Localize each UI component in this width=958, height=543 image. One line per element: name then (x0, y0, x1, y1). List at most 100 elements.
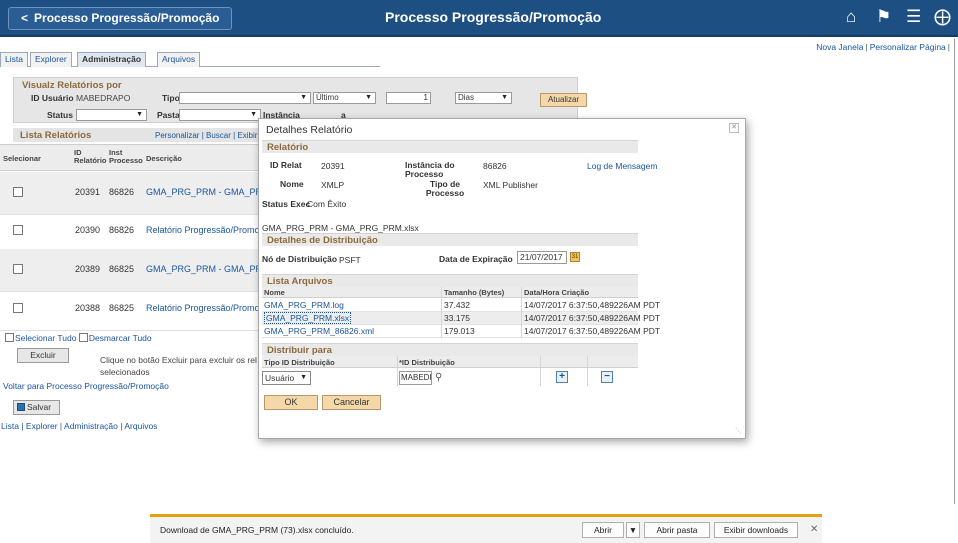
download-message: Download de GMA_PRG_PRM (73).xlsx conclu… (160, 525, 354, 535)
search-icon[interactable]: ⚲ (435, 372, 442, 383)
cancel-button[interactable]: Cancelar (322, 395, 381, 410)
col-selecionar[interactable]: Selecionar (3, 155, 41, 163)
status-select[interactable]: ▼ (76, 109, 147, 121)
add-row-button[interactable]: + (556, 371, 568, 383)
tipo-processo-value: XML Publisher (483, 180, 538, 190)
log-message-link[interactable]: Log de Mensagem (587, 161, 657, 171)
row-select-checkbox[interactable] (13, 187, 23, 197)
report-list-title: Lista Relatórios (20, 130, 92, 141)
file-link[interactable]: GMA_PRG_PRM.xlsx (264, 312, 352, 324)
file-link[interactable]: GMA_PRG_PRM_86826.xml (264, 326, 374, 336)
select-links: Selecionar Tudo Desmarcar Tudo (5, 333, 152, 343)
ok-button[interactable]: OK (264, 395, 318, 410)
view-downloads-button[interactable]: Exibir downloads (714, 522, 798, 538)
delete-help-text: Clique no botão Excluir para excluir os … (100, 355, 257, 377)
home-icon[interactable]: ⌂ (846, 7, 856, 27)
uncheck-icon (78, 333, 88, 342)
report-id: 20388 (75, 303, 101, 313)
tab-arquivos[interactable]: Arquivos (157, 52, 201, 67)
report-list-header: Lista Relatórios Personalizar | Buscar |… (13, 128, 263, 142)
delete-button[interactable]: Excluir (17, 348, 69, 363)
file-description: GMA_PRG_PRM - GMA_PRG_PRM.xlsx (262, 223, 419, 233)
back-to-process-link[interactable]: Voltar para Processo Progressão/Promoção (3, 381, 169, 391)
tab-explorer[interactable]: Explorer (30, 52, 72, 67)
file-link[interactable]: GMA_PRG_PRM.log (264, 300, 344, 310)
process-monitor-tabs: Lista Explorer Administração Arquivos (0, 52, 380, 67)
flag-icon[interactable]: ⚑ (876, 7, 891, 27)
grid-tools-links[interactable]: Personalizar | Buscar | Exibir (155, 131, 257, 140)
report-description-link[interactable]: GMA_PRG_PRM - GMA_PR (146, 264, 262, 274)
section-distribuir-para: Distribuir para (262, 343, 638, 356)
tipo-processo-label: Tipo de Processo (425, 179, 465, 198)
back-button[interactable]: < Processo Progressão/Promoção (8, 7, 233, 30)
check-icon (5, 333, 14, 342)
chevron-down-icon: ▼ (250, 111, 257, 118)
open-folder-button[interactable]: Abrir pasta (644, 522, 710, 538)
tab-administracao[interactable]: Administração (77, 52, 147, 67)
col-id-relatorio[interactable]: ID Relatório (74, 149, 107, 165)
bottom-link-lista[interactable]: Lista (1, 421, 19, 431)
compass-icon[interactable]: ⨁ (934, 7, 951, 27)
close-icon[interactable]: ✕ (810, 524, 818, 535)
table-row: 20391 86826 GMA_PRG_PRM - GMA_PR (0, 172, 263, 215)
col-inst-processo[interactable]: Inst Processo (109, 149, 145, 165)
instancia-processo-value: 86826 (483, 161, 507, 171)
unidade-select[interactable]: Dias ▼ (455, 92, 512, 104)
report-id: 20389 (75, 264, 101, 274)
row-select-checkbox[interactable] (13, 264, 23, 274)
table-row: 20390 86826 Relatório Progressão/Promoç (0, 210, 264, 253)
col-descricao[interactable]: Descrição (146, 155, 182, 163)
close-icon[interactable]: ✕ (729, 123, 739, 133)
col-data-hora: Data/Hora Criação (524, 288, 590, 297)
delete-row-button[interactable]: − (601, 371, 613, 383)
chevron-left-icon: < (21, 11, 29, 25)
row-select-checkbox[interactable] (13, 303, 23, 313)
row-select-checkbox[interactable] (13, 225, 23, 235)
bottom-link-arquivos[interactable]: Arquivos (124, 421, 157, 431)
report-description-link[interactable]: GMA_PRG_PRM - GMA_PR (146, 187, 262, 197)
instancia-processo-label: Instância do Processo (405, 160, 455, 179)
report-details-dialog: Detalhes Relatório ✕ Relatório ID Relat … (258, 118, 746, 439)
bottom-link-administracao[interactable]: Administração (64, 421, 118, 431)
resize-grip-icon[interactable]: ⋱ (735, 427, 742, 435)
page-scrollbar[interactable] (954, 39, 958, 504)
tab-lista[interactable]: Lista (0, 52, 28, 67)
open-options-button[interactable]: ▼ (626, 522, 640, 538)
id-relat-label: ID Relat (270, 160, 302, 170)
page-links: Nova Janela | Personalizar Página | (816, 42, 950, 52)
new-window-link[interactable]: Nova Janela (816, 42, 863, 52)
chevron-down-icon: ▼ (300, 374, 307, 381)
save-button[interactable]: Salvar (13, 400, 60, 415)
files-grid-header: Nome Tamanho (Bytes) Data/Hora Criação (262, 287, 638, 298)
open-button[interactable]: Abrir (582, 522, 624, 538)
col-tamanho: Tamanho (Bytes) (444, 288, 505, 297)
refresh-button[interactable]: Atualizar (540, 93, 587, 107)
file-size: 33.175 (444, 313, 470, 323)
tipo-select[interactable]: ▼ (179, 92, 311, 104)
distribution-id-input[interactable]: MABEDRAPO (399, 371, 432, 385)
grid-divider (397, 356, 398, 386)
select-all-link[interactable]: Selecionar Tudo (15, 333, 76, 343)
deselect-all-link[interactable]: Desmarcar Tudo (89, 333, 152, 343)
distribution-type-select[interactable]: Usuário ▼ (262, 371, 311, 385)
grid-divider (441, 287, 442, 338)
distribution-grid-header: Tipo ID Distribuição *ID Distribuição (262, 356, 638, 368)
report-description-link[interactable]: Relatório Progressão/Promoç (146, 303, 264, 313)
tipo-label: Tipo (162, 93, 180, 103)
file-date: 14/07/2017 6:37:50,489226AM PDT (524, 313, 661, 323)
calendar-icon[interactable]: 31 (570, 252, 580, 262)
bottom-link-explorer[interactable]: Explorer (26, 421, 58, 431)
periodo-select[interactable]: Último ▼ (313, 92, 376, 104)
pasta-select[interactable]: ▼ (179, 109, 261, 121)
count-input[interactable]: 1 (386, 92, 431, 104)
expiration-date-input[interactable]: 21/07/2017 (517, 251, 567, 264)
section-distribuicao: Detalhes de Distribuição (262, 233, 638, 246)
personalize-page-link[interactable]: Personalizar Página (870, 42, 946, 52)
report-id: 20390 (75, 225, 101, 235)
col-id-distribuicao: *ID Distribuição (399, 358, 455, 367)
menu-icon[interactable]: ☰ (906, 7, 921, 27)
report-description-link[interactable]: Relatório Progressão/Promoç (146, 225, 264, 235)
user-id-value[interactable]: MABEDRAPO (76, 93, 130, 103)
report-filter-panel: Visualz Relatórios por ID Usuário MABEDR… (13, 77, 578, 123)
chevron-down-icon: ▼ (365, 94, 372, 101)
